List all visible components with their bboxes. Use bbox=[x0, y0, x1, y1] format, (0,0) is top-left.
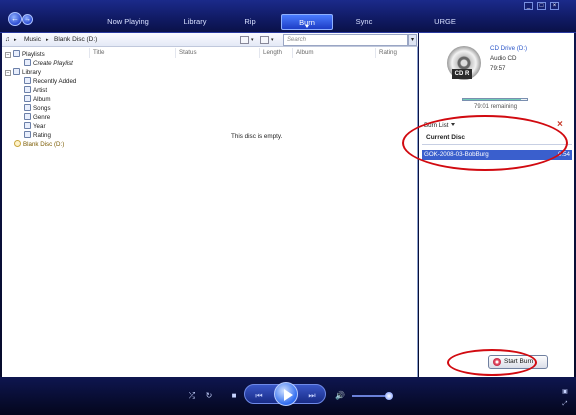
album-icon bbox=[24, 95, 31, 102]
tree-item-playlists[interactable]: − Playlists bbox=[5, 50, 45, 59]
column-header-rating[interactable]: Rating bbox=[375, 48, 418, 58]
shuffle-icon[interactable]: ⤮ bbox=[186, 390, 198, 402]
capacity-progress-bar bbox=[462, 98, 528, 101]
play-icon bbox=[284, 389, 293, 401]
clear-list-icon[interactable]: × bbox=[557, 119, 563, 130]
genre-icon bbox=[24, 113, 31, 120]
minimize-icon[interactable]: _ bbox=[524, 2, 533, 10]
view-options-icon[interactable] bbox=[240, 36, 249, 44]
track-list: Title Status Length Album Rating This di… bbox=[89, 48, 418, 376]
column-header-title[interactable]: Title bbox=[89, 48, 175, 58]
tree-item-songs[interactable]: Songs bbox=[24, 104, 51, 113]
drive-name: CD Drive (D:) bbox=[490, 45, 528, 52]
highlight-oval-burn-list bbox=[402, 115, 568, 171]
breadcrumb-blank-disc[interactable]: Blank Disc (D:) bbox=[54, 36, 97, 43]
tab-burn[interactable]: Burn bbox=[281, 14, 333, 30]
tree-item-label: Create Playlist bbox=[33, 60, 73, 67]
column-header-album[interactable]: Album bbox=[292, 48, 375, 58]
expand-icon[interactable]: − bbox=[5, 70, 11, 76]
chevron-right-icon: ▸ bbox=[14, 37, 17, 43]
tree-item-label: Album bbox=[33, 96, 51, 103]
tab-rip[interactable]: Rip bbox=[233, 14, 267, 30]
repeat-icon[interactable]: ↻ bbox=[203, 390, 215, 402]
tree-item-label: Library bbox=[22, 69, 41, 76]
tree-item-label: Rating bbox=[33, 132, 51, 139]
tree-item-label: Recently Added bbox=[33, 78, 77, 85]
tree-item-label: Blank Disc (D:) bbox=[23, 141, 65, 148]
time-remaining: 79:57 bbox=[490, 65, 506, 72]
music-note-icon: ♫ bbox=[5, 36, 10, 43]
library-pane: ♫ ▸ Music ▸ Blank Disc (D:) ▾ ▾ Search ▾… bbox=[2, 33, 418, 377]
song-icon bbox=[24, 104, 31, 111]
tree-item-create-playlist[interactable]: Create Playlist bbox=[24, 59, 73, 68]
burn-panel: CD R CD Drive (D:) Audio CD 79:57 79:01 … bbox=[419, 33, 574, 377]
disc-icon bbox=[14, 140, 21, 147]
tree-item-artist[interactable]: Artist bbox=[24, 86, 47, 95]
tab-urge[interactable]: URGE bbox=[428, 14, 462, 30]
search-input[interactable]: Search bbox=[283, 34, 408, 46]
tree-item-rating[interactable]: Rating bbox=[24, 131, 51, 140]
cd-r-label: CD R bbox=[452, 69, 472, 79]
empty-message: This disc is empty. bbox=[231, 133, 283, 140]
stop-icon[interactable]: ■ bbox=[228, 390, 240, 402]
playlist-icon bbox=[13, 50, 20, 57]
tree-item-album[interactable]: Album bbox=[24, 95, 51, 104]
expand-icon[interactable]: − bbox=[5, 52, 11, 58]
capacity-progress-fill bbox=[463, 99, 521, 100]
column-header-status[interactable]: Status bbox=[175, 48, 259, 58]
artist-icon bbox=[24, 86, 31, 93]
previous-icon[interactable]: ⏮ bbox=[252, 390, 266, 402]
fullscreen-icon[interactable]: ⤢ bbox=[560, 398, 570, 410]
media-player-window: ← → Now Playing Library Rip Burn Sync UR… bbox=[0, 0, 576, 415]
tree-item-genre[interactable]: Genre bbox=[24, 113, 50, 122]
tab-sync[interactable]: Sync bbox=[344, 14, 384, 30]
disc-type: Audio CD bbox=[490, 55, 517, 62]
tree-item-library[interactable]: − Library bbox=[5, 68, 41, 77]
breadcrumb-music[interactable]: Music bbox=[24, 36, 41, 43]
chevron-down-icon[interactable]: ▾ bbox=[251, 37, 254, 43]
chevron-down-icon bbox=[305, 25, 309, 28]
search-icon[interactable]: ▾ bbox=[408, 34, 417, 46]
year-icon bbox=[24, 122, 31, 129]
volume-knob[interactable] bbox=[385, 392, 393, 400]
mini-mode-icon[interactable]: ▣ bbox=[560, 386, 570, 398]
forward-arrow-icon[interactable]: → bbox=[22, 14, 33, 25]
top-navigation-bar: ← → Now Playing Library Rip Burn Sync UR… bbox=[0, 0, 576, 33]
tab-library[interactable]: Library bbox=[173, 14, 217, 30]
tree-item-blank-disc[interactable]: Blank Disc (D:) bbox=[14, 140, 64, 149]
create-playlist-icon bbox=[24, 59, 31, 66]
chevron-right-icon: ▸ bbox=[46, 37, 49, 43]
tree-item-label: Playlists bbox=[22, 51, 45, 58]
play-button[interactable] bbox=[274, 382, 298, 406]
layout-options-icon[interactable] bbox=[260, 36, 269, 44]
column-header-length[interactable]: Length bbox=[259, 48, 292, 58]
chevron-down-icon[interactable]: ▾ bbox=[271, 37, 274, 43]
back-arrow-icon[interactable]: ← bbox=[8, 12, 22, 26]
tree-item-year[interactable]: Year bbox=[24, 122, 46, 131]
tree-item-label: Songs bbox=[33, 105, 51, 112]
highlight-oval-start-burn bbox=[447, 349, 537, 376]
tree-item-label: Genre bbox=[33, 114, 51, 121]
volume-icon[interactable]: 🔊 bbox=[334, 390, 346, 402]
navigation-tree: − Playlists Create Playlist − Library Rece… bbox=[2, 48, 89, 376]
music-note-icon bbox=[13, 68, 20, 75]
close-icon[interactable]: × bbox=[550, 2, 559, 10]
recently-added-icon bbox=[24, 77, 31, 84]
maximize-icon[interactable]: □ bbox=[537, 2, 546, 10]
tab-now-playing[interactable]: Now Playing bbox=[98, 14, 158, 30]
address-bar: ♫ ▸ Music ▸ Blank Disc (D:) ▾ ▾ Search ▾ bbox=[2, 33, 418, 47]
remaining-label: 79:01 remaining bbox=[474, 104, 518, 110]
tree-item-recently-added[interactable]: Recently Added bbox=[24, 77, 76, 86]
tree-item-label: Year bbox=[33, 123, 46, 130]
next-icon[interactable]: ⏭ bbox=[305, 390, 319, 402]
star-icon bbox=[24, 131, 31, 138]
tree-item-label: Artist bbox=[33, 87, 48, 94]
